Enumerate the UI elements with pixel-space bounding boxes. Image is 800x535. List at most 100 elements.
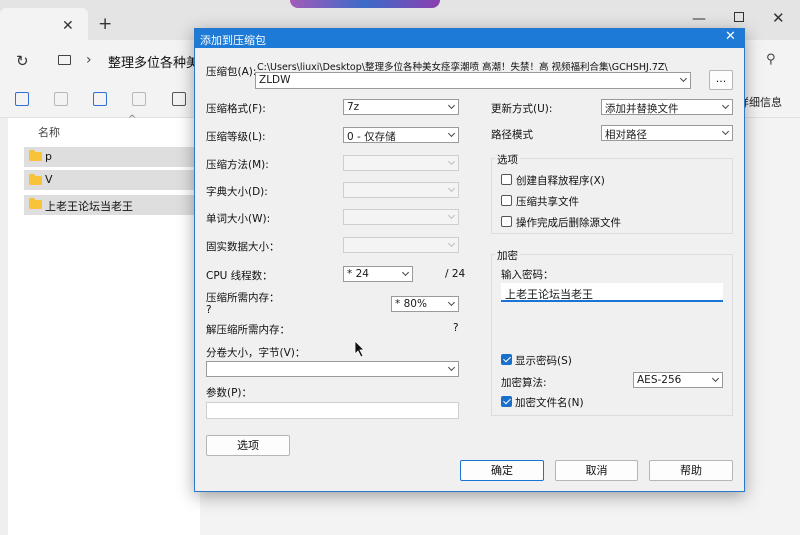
cpu-value: * 24: [347, 268, 369, 280]
chevron-down-icon: [447, 363, 456, 372]
cancel-button[interactable]: 取消: [555, 460, 638, 481]
archive-name-combo[interactable]: ZLDW: [255, 72, 691, 89]
this-pc-icon[interactable]: [58, 55, 71, 65]
refresh-icon[interactable]: ↻: [16, 52, 29, 70]
delete-after-label[interactable]: 操作完成后删除源文件: [516, 215, 621, 230]
password-input[interactable]: 上老王论坛当老王: [501, 283, 723, 302]
close-dialog-icon[interactable]: ✕: [725, 30, 736, 43]
chevron-right-icon[interactable]: ›: [86, 52, 92, 68]
encrypt-names-checkbox[interactable]: [501, 396, 512, 407]
chevron-down-icon: [447, 211, 456, 220]
password-label: 输入密码：: [501, 269, 554, 281]
level-combo[interactable]: 0 - 仅存储: [343, 127, 459, 143]
cpu-max: / 24: [445, 268, 466, 280]
solid-label: 固实数据大小：: [206, 241, 280, 253]
chevron-down-icon: [447, 184, 456, 193]
archive-name-value: ZLDW: [259, 74, 291, 86]
split-label: 分卷大小，字节(V)：: [206, 347, 306, 359]
dict-combo[interactable]: [343, 182, 459, 198]
rename-icon[interactable]: [93, 92, 107, 106]
split-combo[interactable]: [206, 361, 459, 377]
maximize-icon[interactable]: [734, 12, 744, 22]
params-label: 参数(P)：: [206, 387, 253, 399]
encryption-group-title: 加密: [495, 248, 520, 263]
new-tab-icon[interactable]: +: [98, 16, 112, 33]
column-header-name[interactable]: 名称: [38, 124, 60, 140]
path-mode-combo[interactable]: 相对路径: [601, 125, 733, 141]
shared-files-label[interactable]: 压缩共享文件: [516, 194, 579, 209]
dialog-title-bar[interactable]: 添加到压缩包 ✕: [195, 29, 744, 48]
params-input[interactable]: [206, 402, 459, 419]
decompress-memory-label: 解压缩所需内存：: [206, 324, 290, 336]
copy-icon[interactable]: [15, 92, 29, 106]
method-label: 压缩方法(M):: [206, 159, 269, 171]
memory-combo[interactable]: * 80%: [391, 296, 459, 312]
dict-label: 字典大小(D):: [206, 186, 268, 198]
dialog-title: 添加到压缩包: [200, 34, 266, 47]
memory-sub: ?: [206, 304, 212, 316]
paste-icon[interactable]: [54, 92, 68, 106]
method-combo[interactable]: [343, 155, 459, 171]
password-value: 上老王论坛当老王: [505, 288, 593, 301]
solid-combo[interactable]: [343, 237, 459, 253]
address-path[interactable]: 整理多位各种美女: [108, 52, 196, 71]
chevron-down-icon: [401, 268, 410, 277]
ok-button[interactable]: 确定: [460, 460, 544, 481]
file-name: 上老王论坛当老王: [45, 200, 133, 213]
format-value: 7z: [347, 101, 360, 113]
chevron-down-icon: [447, 129, 456, 138]
encrypt-names-label[interactable]: 加密文件名(N): [515, 395, 584, 410]
chevron-down-icon: [447, 101, 456, 110]
minimize-icon[interactable]: —: [692, 11, 706, 27]
close-window-icon[interactable]: ✕: [772, 9, 785, 27]
chevron-down-icon: [679, 74, 688, 83]
chevron-down-icon: [447, 157, 456, 166]
chevron-down-icon: [721, 127, 730, 136]
level-value: 0 - 仅存储: [347, 131, 396, 143]
encryption-method-value: AES-256: [637, 374, 682, 386]
chevron-down-icon: [711, 374, 720, 383]
cpu-label: CPU 线程数：: [206, 270, 273, 282]
chevron-down-icon: [721, 101, 730, 110]
search-icon[interactable]: ⚲: [766, 52, 776, 67]
file-name: p: [45, 150, 52, 163]
sfx-checkbox[interactable]: [501, 174, 512, 185]
word-label: 单词大小(W):: [206, 213, 271, 225]
options-button[interactable]: 选项: [206, 435, 290, 456]
browse-button[interactable]: ...: [709, 70, 733, 90]
wallpaper-strip: [290, 0, 440, 8]
file-name: V: [45, 173, 53, 186]
update-value: 添加并替换文件: [605, 103, 679, 115]
delete-after-checkbox[interactable]: [501, 216, 512, 227]
word-combo[interactable]: [343, 209, 459, 225]
share-icon[interactable]: [132, 92, 146, 106]
sfx-label[interactable]: 创建自释放程序(X): [516, 173, 605, 188]
delete-icon[interactable]: [172, 92, 186, 106]
encryption-method-combo[interactable]: AES-256: [633, 372, 723, 388]
archive-path: C:\Users\liuxi\Desktop\整理多位各种美女痉挛潮喷 高潮！失…: [257, 62, 668, 73]
folder-icon: [29, 174, 42, 185]
mouse-cursor-icon: [354, 340, 365, 358]
chevron-down-icon: [447, 298, 456, 307]
show-password-label[interactable]: 显示密码(S): [515, 353, 572, 368]
level-label: 压缩等级(L):: [206, 131, 266, 143]
format-label: 压缩格式(F):: [206, 103, 266, 115]
memory-value: * 80%: [395, 298, 427, 310]
explorer-tab[interactable]: [0, 8, 88, 40]
folder-icon: [29, 150, 42, 161]
nav-pane-scrollbar[interactable]: [0, 118, 8, 535]
sort-up-icon: ^: [128, 114, 137, 125]
path-mode-value: 相对路径: [605, 129, 647, 141]
help-button[interactable]: 帮助: [649, 460, 733, 481]
encryption-method-label: 加密算法:: [501, 377, 547, 389]
format-combo[interactable]: 7z: [343, 99, 459, 115]
update-combo[interactable]: 添加并替换文件: [601, 99, 733, 115]
chevron-down-icon: [447, 239, 456, 248]
shared-files-checkbox[interactable]: [501, 195, 512, 206]
path-mode-label: 路径模式: [491, 129, 533, 141]
show-password-checkbox[interactable]: [501, 354, 512, 365]
archive-label: 压缩包(A):: [206, 66, 257, 78]
options-group-title: 选项: [495, 152, 520, 167]
close-tab-icon[interactable]: ✕: [62, 18, 74, 34]
cpu-combo[interactable]: * 24: [343, 266, 413, 282]
